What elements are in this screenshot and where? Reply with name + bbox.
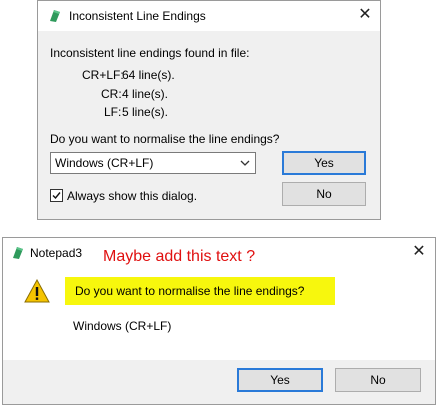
dialog-footer: Yes No — [3, 360, 435, 404]
yes-button[interactable]: Yes — [237, 368, 323, 392]
checkmark-icon — [52, 192, 61, 200]
highlighted-question: Do you want to normalise the line ending… — [65, 277, 335, 305]
warning-icon — [24, 279, 50, 303]
dialog-heading: Inconsistent line endings found in file: — [50, 46, 250, 60]
dialog-title: Inconsistent Line Endings — [69, 9, 206, 23]
cr-label: CR: — [101, 87, 122, 101]
close-icon[interactable]: ✕ — [411, 244, 427, 260]
no-button-label: No — [370, 373, 386, 387]
dialog-title: Notepad3 — [30, 246, 83, 260]
close-icon[interactable]: ✕ — [357, 7, 373, 23]
always-show-checkbox[interactable] — [50, 189, 63, 202]
normalise-question: Do you want to normalise the line ending… — [50, 132, 280, 146]
annotation-text: Maybe add this text ? — [103, 248, 256, 265]
yes-button-label: Yes — [314, 156, 334, 170]
always-show-label[interactable]: Always show this dialog. — [67, 189, 197, 203]
dialog-titlebar: Inconsistent Line Endings ✕ — [38, 1, 380, 31]
no-button[interactable]: No — [282, 182, 366, 206]
chevron-down-icon — [240, 160, 250, 166]
crlf-label: CR+LF: — [82, 68, 124, 82]
line-ending-select-value: Windows (CR+LF) — [55, 156, 154, 170]
crlf-count: 64 line(s). — [122, 68, 175, 82]
cr-count: 4 line(s). — [122, 87, 169, 101]
notepad3-dialog: Notepad3 ✕ Maybe add this text ? Do you … — [2, 237, 436, 405]
no-button-label: No — [316, 187, 332, 201]
notepad-app-icon — [50, 10, 60, 22]
line-endings-dialog: Inconsistent Line Endings ✕ Inconsistent… — [37, 0, 381, 220]
normalise-question: Do you want to normalise the line ending… — [75, 284, 305, 298]
notepad-app-icon — [13, 247, 23, 259]
no-button[interactable]: No — [335, 368, 421, 392]
yes-button[interactable]: Yes — [282, 151, 366, 175]
lf-count: 5 line(s). — [122, 105, 169, 119]
lf-label: LF: — [104, 105, 122, 119]
line-ending-select[interactable]: Windows (CR+LF) — [50, 152, 256, 174]
yes-button-label: Yes — [270, 373, 290, 387]
line-ending-detail: Windows (CR+LF) — [73, 319, 172, 333]
